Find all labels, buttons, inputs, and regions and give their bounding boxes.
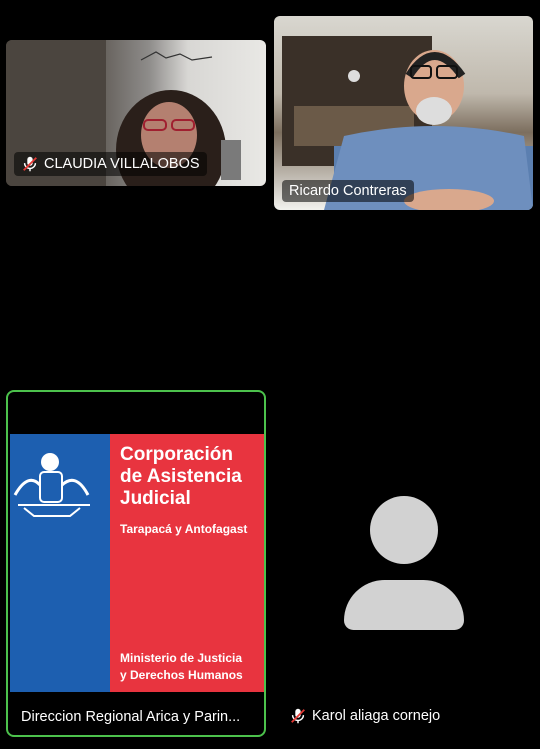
microphone-off-icon bbox=[291, 708, 305, 724]
logo-ministry: Ministerio de Justicia y Derechos Humano… bbox=[120, 651, 243, 682]
video-tile-direccion-regional[interactable]: Corporación de Asistencia Judicial Tarap… bbox=[6, 390, 266, 737]
logo-subtitle: Tarapacá y Antofagast bbox=[120, 522, 248, 536]
participant-name: Ricardo Contreras bbox=[289, 183, 407, 199]
logo-red-panel: Corporación de Asistencia Judicial Tarap… bbox=[110, 434, 264, 692]
video-tile-karol[interactable]: Karol aliaga cornejo bbox=[274, 390, 533, 737]
participant-name-tag: Ricardo Contreras bbox=[282, 180, 414, 202]
video-tile-claudia[interactable]: CLAUDIA VILLALOBOS bbox=[6, 40, 266, 186]
logo-blue-panel bbox=[10, 434, 110, 692]
participant-name-tag: CLAUDIA VILLALOBOS bbox=[14, 152, 207, 176]
participant-name-tag: Direccion Regional Arica y Parin... bbox=[14, 706, 248, 728]
participant-name: Karol aliaga cornejo bbox=[312, 708, 441, 724]
logo-title: Corporación de Asistencia Judicial bbox=[120, 444, 242, 509]
video-tile-ricardo[interactable]: Ricardo Contreras bbox=[274, 16, 533, 210]
participant-name-tag: Karol aliaga cornejo bbox=[282, 704, 448, 728]
participant-name: CLAUDIA VILLALOBOS bbox=[44, 156, 200, 172]
microphone-off-icon bbox=[23, 156, 37, 172]
participant-name: Direccion Regional Arica y Parin... bbox=[21, 709, 241, 725]
chile-coat-of-arms-icon bbox=[13, 453, 90, 517]
